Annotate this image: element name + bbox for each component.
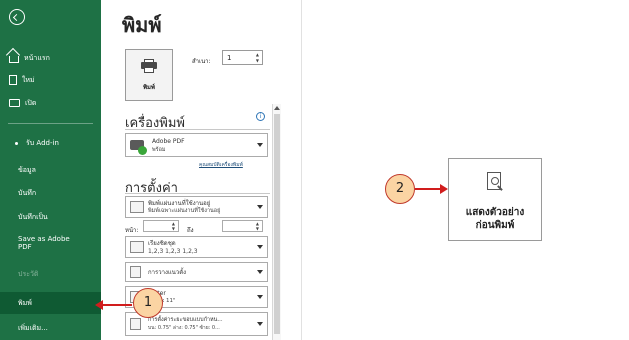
nav-more-label: เพิ่มเติม... — [18, 323, 48, 332]
callout-1: 1 — [133, 288, 163, 318]
pages-label: หน้า: — [125, 227, 139, 234]
printer-name: Adobe PDF — [152, 138, 185, 145]
arrow-head-icon — [440, 184, 448, 194]
nav-save-as[interactable]: บันทึกเป็น — [0, 210, 101, 224]
arrow-head-icon — [95, 300, 103, 310]
collation-line1: เรียงชิดชุด — [148, 240, 176, 247]
nav-home[interactable]: หน้าแรก — [0, 51, 101, 65]
collation-line2: 1,2,3 1,2,3 1,2,3 — [148, 248, 198, 255]
nav-new[interactable]: ใหม่ — [0, 73, 101, 87]
nav-history[interactable]: ประวัติ — [0, 267, 101, 281]
print-what-line1: พิมพ์แผ่นงานที่ใช้งานอยู่ — [148, 200, 211, 207]
scroll-thumb[interactable] — [274, 114, 280, 334]
nav-info[interactable]: ข้อมูล — [0, 163, 101, 177]
spin-down-icon[interactable]: ▼ — [256, 59, 259, 63]
margins-line2: บน: 0.75" ล่าง: 0.75" ซ้าย: 0... — [148, 325, 220, 331]
copies-value: 1 — [227, 54, 232, 62]
orientation-label: การวางแนวตั้ง — [148, 269, 187, 276]
orientation-dropdown[interactable]: การวางแนวตั้ง — [125, 262, 268, 282]
settings-scrollbar[interactable] — [272, 104, 281, 340]
pages-from-stepper[interactable]: ▲ ▼ — [143, 220, 179, 232]
nav-get-addins-label: รับ Add-in — [26, 138, 59, 147]
nav-home-label: หน้าแรก — [24, 53, 50, 62]
copies-stepper[interactable]: 1 ▲ ▼ — [222, 50, 263, 65]
nav-open-label: เปิด — [25, 98, 37, 107]
printer-icon — [141, 59, 157, 73]
chevron-down-icon — [257, 295, 263, 299]
page-title: พิมพ์ — [122, 13, 162, 37]
section-divider — [125, 129, 270, 130]
printer-status: พร้อม — [152, 147, 166, 153]
spin-down-icon[interactable]: ▼ — [256, 227, 259, 231]
pages-to-label: ถึง — [187, 227, 194, 234]
show-print-preview-button[interactable]: แสดงตัวอย่าง ก่อนพิมพ์ — [448, 158, 542, 241]
printer-properties-link[interactable]: คุณสมบัติเครื่องพิมพ์ — [199, 161, 243, 169]
sheet-icon — [130, 201, 144, 213]
show-print-preview-label: แสดงตัวอย่าง ก่อนพิมพ์ — [449, 206, 541, 232]
spin-down-icon[interactable]: ▼ — [172, 227, 175, 231]
spin-up-icon[interactable]: ▲ — [256, 53, 259, 57]
portrait-page-icon — [130, 266, 141, 278]
callout-2: 2 — [385, 174, 415, 204]
nav-open[interactable]: เปิด — [0, 96, 101, 110]
panel-divider — [301, 0, 302, 340]
nav-save-as-label: บันทึกเป็น — [18, 212, 48, 221]
printer-dropdown[interactable]: Adobe PDF พร้อม — [125, 133, 268, 157]
nav-divider — [8, 123, 93, 124]
ready-check-icon — [138, 146, 147, 155]
preview-label-line1: แสดงตัวอย่าง — [465, 207, 525, 218]
backstage-sidebar: หน้าแรก ใหม่ เปิด รับ Add-in ข้อมูล บันท… — [0, 0, 101, 340]
chevron-down-icon — [257, 270, 263, 274]
settings-section-title: การตั้งค่า — [125, 181, 178, 196]
print-what-dropdown[interactable]: พิมพ์แผ่นงานที่ใช้งานอยู่ พิมพ์เฉพาะแผ่น… — [125, 196, 268, 218]
nav-save-as-adobe-pdf-label: Save as Adobe PDF — [18, 235, 70, 251]
chevron-down-icon — [257, 205, 263, 209]
print-what-line2: พิมพ์เฉพาะแผ่นงานที่ใช้งานอยู่ — [148, 208, 221, 214]
copies-label: สำเนา: — [192, 58, 211, 65]
nav-more[interactable]: เพิ่มเติม... — [0, 321, 101, 335]
callout-2-arrow — [415, 188, 441, 190]
home-icon — [9, 56, 19, 63]
info-icon[interactable]: i — [256, 112, 265, 121]
collation-dropdown[interactable]: เรียงชิดชุด 1,2,3 1,2,3 1,2,3 — [125, 236, 268, 258]
nav-print-label: พิมพ์ — [18, 298, 32, 307]
nav-history-label: ประวัติ — [18, 269, 39, 278]
preview-label-line2: ก่อนพิมพ์ — [475, 220, 515, 231]
margins-icon — [130, 318, 141, 330]
nav-get-addins[interactable]: รับ Add-in — [0, 136, 101, 150]
nav-save-label: บันทึก — [18, 188, 37, 197]
nav-save[interactable]: บันทึก — [0, 186, 101, 200]
nav-print[interactable]: พิมพ์ — [0, 292, 101, 314]
collate-icon — [130, 241, 144, 253]
chevron-down-icon — [257, 143, 263, 147]
callout-1-arrow — [102, 304, 132, 306]
new-document-icon — [9, 75, 17, 85]
chevron-down-icon — [257, 322, 263, 326]
folder-icon — [9, 99, 20, 107]
section-divider — [125, 193, 270, 194]
nav-save-as-adobe-pdf[interactable]: Save as Adobe PDF — [0, 232, 101, 254]
nav-new-label: ใหม่ — [22, 75, 35, 84]
print-button-label: พิมพ์ — [143, 84, 155, 91]
margins-line1: การตั้งค่าระยะขอบแบบกำหน... — [148, 317, 223, 323]
print-button[interactable]: พิมพ์ — [125, 49, 173, 101]
bullet-icon — [15, 141, 18, 145]
back-arrow-icon[interactable] — [9, 9, 25, 25]
scroll-up-icon[interactable] — [274, 106, 280, 110]
chevron-down-icon — [257, 245, 263, 249]
nav-info-label: ข้อมูล — [18, 165, 36, 174]
print-preview-icon — [485, 172, 505, 194]
pages-to-stepper[interactable]: ▲ ▼ — [222, 220, 263, 232]
